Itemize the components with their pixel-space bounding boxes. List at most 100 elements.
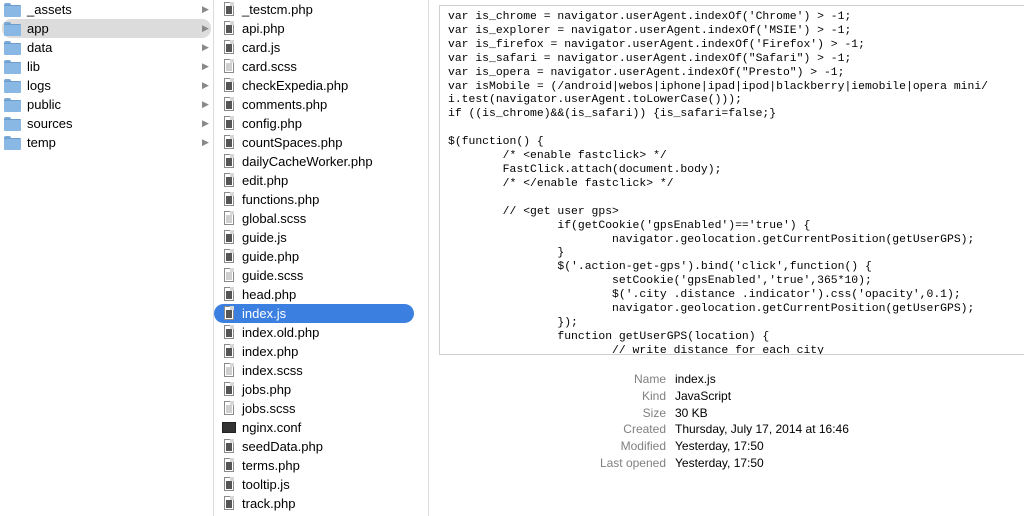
scss-file-icon bbox=[224, 268, 234, 282]
file-item[interactable]: card.scss bbox=[214, 57, 428, 76]
file-label: index.php bbox=[242, 344, 299, 359]
folder-icon bbox=[4, 3, 21, 17]
file-item[interactable]: tooltip.js bbox=[214, 475, 428, 494]
folder-icon bbox=[4, 136, 21, 150]
info-key: Modified bbox=[429, 438, 666, 455]
file-item[interactable]: seedData.php bbox=[214, 437, 428, 456]
php-file-icon bbox=[224, 192, 234, 206]
folder-item[interactable]: app ▶ bbox=[2, 19, 211, 38]
info-key: Name bbox=[429, 371, 666, 388]
folder-label: public bbox=[27, 97, 61, 112]
file-item[interactable]: dailyCacheWorker.php bbox=[214, 152, 428, 171]
file-item[interactable]: checkExpedia.php bbox=[214, 76, 428, 95]
file-label: global.scss bbox=[242, 211, 307, 226]
folder-item[interactable]: temp ▶ bbox=[0, 133, 213, 152]
folder-label: sources bbox=[27, 116, 73, 131]
file-item[interactable]: guide.php bbox=[214, 247, 428, 266]
file-item[interactable]: index.js bbox=[214, 304, 414, 323]
file-item[interactable]: jobs.php bbox=[214, 380, 428, 399]
folder-item[interactable]: lib ▶ bbox=[0, 57, 213, 76]
php-file-icon bbox=[224, 382, 234, 396]
file-item[interactable]: guide.js bbox=[214, 228, 428, 247]
php-file-icon bbox=[224, 135, 234, 149]
info-key-label: Kind bbox=[641, 388, 666, 403]
folder-icon bbox=[4, 98, 21, 112]
file-item[interactable]: _testcm.php bbox=[214, 0, 428, 19]
file-item[interactable]: index.scss bbox=[214, 361, 428, 380]
file-item[interactable]: config.php bbox=[214, 114, 428, 133]
info-value: JavaScript bbox=[675, 388, 1015, 405]
folder-column: _assets ▶ app ▶ data ▶ lib ▶ logs ▶ public ▶ sources… bbox=[0, 0, 213, 516]
info-key-label: Last opened bbox=[599, 456, 666, 470]
file-item[interactable]: guide.scss bbox=[214, 266, 428, 285]
folder-item[interactable]: data ▶ bbox=[0, 38, 213, 57]
file-item[interactable]: countSpaces.php bbox=[214, 133, 428, 152]
info-key: Created bbox=[429, 421, 666, 438]
file-label: guide.js bbox=[242, 230, 287, 245]
folder-icon bbox=[4, 41, 21, 55]
preview-column: var is_chrome = navigator.userAgent.inde… bbox=[429, 0, 1024, 516]
info-value-label: index.js bbox=[675, 372, 716, 386]
file-item[interactable]: comments.php bbox=[214, 95, 428, 114]
file-item[interactable]: index.old.php bbox=[214, 323, 428, 342]
php-file-icon bbox=[224, 116, 234, 130]
folder-label: _assets bbox=[27, 2, 72, 17]
info-value: 30 KB bbox=[675, 405, 1015, 422]
info-value: index.js bbox=[675, 371, 1015, 388]
file-item[interactable]: nginx.conf bbox=[214, 418, 428, 437]
info-value-label: Thursday, July 17, 2014 at 16:46 bbox=[675, 422, 849, 437]
php-file-icon bbox=[224, 97, 234, 111]
folder-label: logs bbox=[27, 78, 51, 93]
scss-file-icon bbox=[224, 211, 234, 225]
file-label: guide.scss bbox=[242, 268, 304, 283]
file-label: card.scss bbox=[242, 59, 297, 74]
file-label: countSpaces.php bbox=[242, 135, 343, 150]
folder-item[interactable]: logs ▶ bbox=[0, 76, 213, 95]
file-label: index.js bbox=[242, 306, 287, 321]
php-file-icon bbox=[224, 249, 234, 263]
folder-item[interactable]: sources ▶ bbox=[0, 114, 213, 133]
info-value: Yesterday, 17:50 bbox=[675, 455, 1015, 472]
file-item[interactable]: terms.php bbox=[214, 456, 428, 475]
scss-file-icon bbox=[224, 59, 234, 73]
info-key-label: Name bbox=[633, 372, 666, 386]
info-key: Kind bbox=[429, 388, 666, 405]
info-value: Yesterday, 17:50 bbox=[675, 438, 1015, 455]
file-label: tooltip.js bbox=[242, 477, 290, 492]
folder-icon bbox=[4, 79, 21, 93]
php-file-icon bbox=[224, 344, 234, 358]
file-label: jobs.scss bbox=[242, 401, 296, 416]
php-file-icon bbox=[224, 78, 234, 92]
disclosure-arrow-icon: ▶ bbox=[202, 4, 209, 14]
file-item[interactable]: jobs.scss bbox=[214, 399, 428, 418]
php-file-icon bbox=[224, 287, 234, 301]
folder-item[interactable]: public ▶ bbox=[0, 95, 213, 114]
info-key-label: Created bbox=[623, 422, 666, 437]
file-item[interactable]: head.php bbox=[214, 285, 428, 304]
code-preview: var is_chrome = navigator.userAgent.inde… bbox=[448, 11, 989, 355]
folder-item[interactable]: _assets ▶ bbox=[0, 0, 213, 19]
info-value-label: 30 KB bbox=[675, 405, 708, 420]
info-value-label: JavaScript bbox=[675, 388, 732, 403]
info-key: Last opened bbox=[429, 455, 666, 472]
conf-file-icon bbox=[222, 422, 236, 433]
folder-icon bbox=[4, 22, 21, 36]
folder-label: temp bbox=[27, 135, 56, 150]
file-item[interactable]: card.js bbox=[214, 38, 428, 57]
file-label: functions.php bbox=[242, 192, 320, 207]
file-item[interactable]: global.scss bbox=[214, 209, 428, 228]
file-item[interactable]: api.php bbox=[214, 19, 428, 38]
file-label: nginx.conf bbox=[242, 420, 302, 435]
file-column: _testcm.php api.php card.js card.scss checkE… bbox=[214, 0, 428, 516]
file-preview[interactable]: var is_chrome = navigator.userAgent.inde… bbox=[439, 5, 1024, 355]
file-item[interactable]: functions.php bbox=[214, 190, 428, 209]
file-label: edit.php bbox=[242, 173, 289, 188]
file-item[interactable]: index.php bbox=[214, 342, 428, 361]
folder-icon bbox=[4, 117, 21, 131]
js-file-icon bbox=[224, 306, 234, 320]
file-label: checkExpedia.php bbox=[242, 78, 349, 93]
file-item[interactable]: track.php bbox=[214, 494, 428, 513]
file-label: jobs.php bbox=[242, 382, 292, 397]
php-file-icon bbox=[224, 439, 234, 453]
file-item[interactable]: edit.php bbox=[214, 171, 428, 190]
